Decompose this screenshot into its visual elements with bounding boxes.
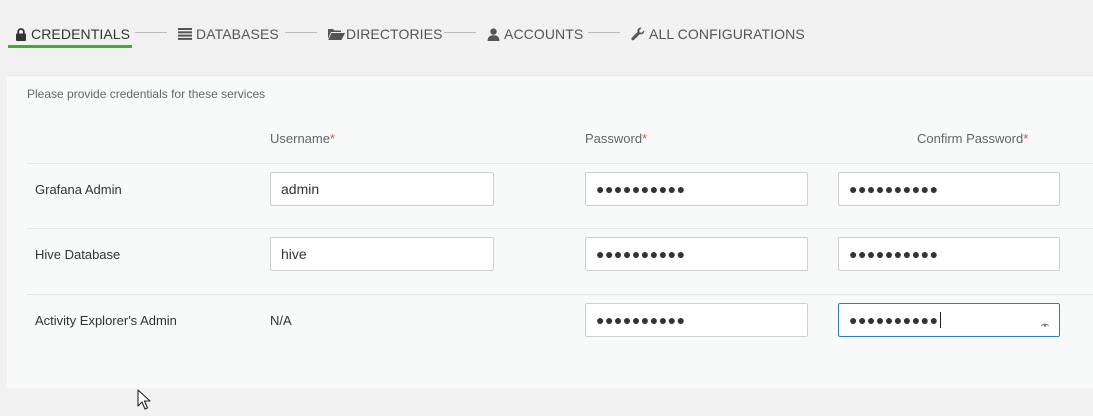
row-divider	[27, 163, 1093, 164]
grafana-confirm-password-input[interactable]: ●●●●●●●●●●	[838, 172, 1060, 206]
grafana-username-input[interactable]: admin	[270, 172, 494, 206]
activity-explorer-password-input[interactable]: ●●●●●●●●●●	[585, 303, 808, 337]
required-mark: *	[1023, 131, 1029, 146]
confirm-password-value: ●●●●●●●●●●	[849, 312, 939, 328]
tab-all-configurations-label: ALL CONFIGURATIONS	[649, 26, 805, 42]
credentials-panel: Please provide credentials for these ser…	[7, 75, 1093, 388]
username-column-header: Username*	[270, 131, 335, 146]
step-separator	[285, 32, 317, 33]
tab-all-configurations[interactable]: ALL CONFIGURATIONS	[631, 22, 805, 46]
username-header-label: Username	[270, 131, 330, 146]
wrench-icon	[631, 27, 645, 41]
required-mark: *	[642, 131, 648, 146]
confirm-password-header-label: Confirm Password	[917, 131, 1024, 146]
tab-databases[interactable]: DATABASES	[178, 22, 279, 46]
user-icon	[487, 27, 500, 41]
mouse-pointer-icon	[137, 389, 151, 416]
panel-hint: Please provide credentials for these ser…	[27, 87, 266, 101]
row-label-activity-explorer-admin: Activity Explorer's Admin	[35, 313, 177, 328]
tab-directories-label: DIRECTORIES	[346, 26, 443, 42]
tab-accounts-label: ACCOUNTS	[504, 26, 584, 42]
step-separator	[444, 32, 476, 33]
folder-open-icon	[328, 28, 345, 40]
hive-confirm-password-input[interactable]: ●●●●●●●●●●	[838, 237, 1060, 271]
hive-username-input[interactable]: hive	[270, 237, 494, 271]
tab-credentials[interactable]: CREDENTIALS	[15, 22, 130, 46]
row-label-grafana-admin: Grafana Admin	[35, 182, 122, 197]
grafana-password-input[interactable]: ●●●●●●●●●●	[585, 172, 808, 206]
password-column-header: Password*	[585, 131, 647, 146]
hive-password-input[interactable]: ●●●●●●●●●●	[585, 237, 808, 271]
tab-directories[interactable]: DIRECTORIES	[328, 22, 443, 46]
row-divider	[27, 228, 1093, 229]
tab-accounts[interactable]: ACCOUNTS	[487, 22, 583, 46]
step-separator	[588, 32, 620, 33]
list-icon	[178, 28, 192, 40]
required-mark: *	[329, 131, 336, 146]
password-header-label: Password	[585, 131, 643, 146]
text-caret	[939, 312, 941, 328]
activity-explorer-username-value: N/A	[270, 313, 292, 328]
lock-icon	[15, 27, 27, 41]
row-label-hive-database: Hive Database	[35, 247, 121, 262]
active-step-underline	[8, 45, 132, 48]
wizard-nav: CREDENTIALS DATABASES DIRECTORIES ACCOUN…	[0, 0, 1093, 60]
row-divider	[27, 294, 1093, 295]
confirm-password-column-header: Confirm Password*	[917, 131, 1028, 146]
tab-databases-label: DATABASES	[196, 26, 279, 42]
reveal-password-icon[interactable]	[1041, 316, 1049, 327]
tab-credentials-label: CREDENTIALS	[31, 26, 131, 42]
activity-explorer-confirm-password-input[interactable]: ●●●●●●●●●●	[838, 303, 1060, 337]
step-separator	[135, 32, 167, 33]
